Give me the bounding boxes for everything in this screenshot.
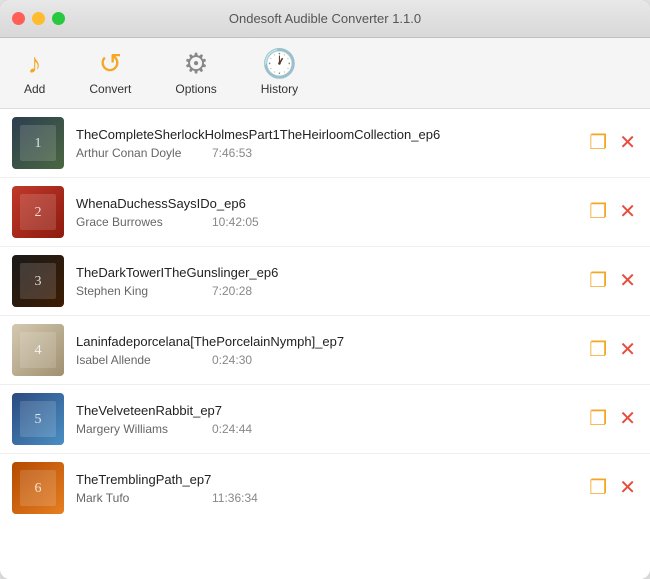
edit-button[interactable]: ❐ bbox=[587, 269, 609, 293]
item-info: WhenaDuchessSaysIDo_ep6 Grace Burrowes 1… bbox=[76, 196, 575, 229]
item-title: TheCompleteSherlockHolmesPart1TheHeirloo… bbox=[76, 127, 575, 142]
item-info: Laninfadeporcelana[ThePorcelainNymph]_ep… bbox=[76, 334, 575, 367]
delete-button[interactable]: ✕ bbox=[617, 269, 638, 293]
svg-text:3: 3 bbox=[35, 274, 42, 289]
item-author: Arthur Conan Doyle bbox=[76, 146, 196, 160]
svg-text:5: 5 bbox=[35, 412, 42, 427]
options-label: Options bbox=[175, 82, 216, 96]
edit-button[interactable]: ❐ bbox=[587, 476, 609, 500]
window-controls bbox=[12, 12, 65, 25]
item-actions: ❐ ✕ bbox=[587, 269, 638, 293]
item-actions: ❐ ✕ bbox=[587, 407, 638, 431]
item-info: TheCompleteSherlockHolmesPart1TheHeirloo… bbox=[76, 127, 575, 160]
delete-button[interactable]: ✕ bbox=[617, 131, 638, 155]
history-label: History bbox=[261, 82, 298, 96]
svg-text:6: 6 bbox=[35, 481, 42, 496]
item-author: Grace Burrowes bbox=[76, 215, 196, 229]
toolbar: ♪ Add ↺ Convert ⚙ Options 🕐 History bbox=[0, 38, 650, 109]
item-title: TheVelveteenRabbit_ep7 bbox=[76, 403, 575, 418]
item-title: WhenaDuchessSaysIDo_ep6 bbox=[76, 196, 575, 211]
cover-art: 3 bbox=[12, 255, 64, 307]
minimize-button[interactable] bbox=[32, 12, 45, 25]
item-duration: 0:24:44 bbox=[212, 422, 252, 436]
item-meta: Grace Burrowes 10:42:05 bbox=[76, 215, 575, 229]
edit-button[interactable]: ❐ bbox=[587, 131, 609, 155]
item-duration: 0:24:30 bbox=[212, 353, 252, 367]
item-title: Laninfadeporcelana[ThePorcelainNymph]_ep… bbox=[76, 334, 575, 349]
convert-label: Convert bbox=[89, 82, 131, 96]
edit-button[interactable]: ❐ bbox=[587, 338, 609, 362]
list-item: 5 TheVelveteenRabbit_ep7 Margery William… bbox=[0, 385, 650, 454]
item-author: Stephen King bbox=[76, 284, 196, 298]
item-author: Margery Williams bbox=[76, 422, 196, 436]
item-duration: 7:46:53 bbox=[212, 146, 252, 160]
item-info: TheTremblingPath_ep7 Mark Tufo 11:36:34 bbox=[76, 472, 575, 505]
options-icon: ⚙ bbox=[184, 50, 209, 78]
cover-art: 1 bbox=[12, 117, 64, 169]
item-title: TheDarkTowerITheGunslinger_ep6 bbox=[76, 265, 575, 280]
title-bar: Ondesoft Audible Converter 1.1.0 bbox=[0, 0, 650, 38]
item-duration: 7:20:28 bbox=[212, 284, 252, 298]
delete-button[interactable]: ✕ bbox=[617, 338, 638, 362]
add-toolbar-item[interactable]: ♪ Add bbox=[16, 46, 53, 100]
add-icon: ♪ bbox=[28, 50, 42, 78]
item-duration: 10:42:05 bbox=[212, 215, 259, 229]
item-duration: 11:36:34 bbox=[212, 491, 258, 505]
item-actions: ❐ ✕ bbox=[587, 131, 638, 155]
cover-art: 4 bbox=[12, 324, 64, 376]
cover-art: 2 bbox=[12, 186, 64, 238]
svg-text:2: 2 bbox=[35, 205, 42, 220]
convert-toolbar-item[interactable]: ↺ Convert bbox=[81, 46, 139, 100]
book-list: 1 TheCompleteSherlockHolmesPart1TheHeirl… bbox=[0, 109, 650, 579]
delete-button[interactable]: ✕ bbox=[617, 407, 638, 431]
list-item: 1 TheCompleteSherlockHolmesPart1TheHeirl… bbox=[0, 109, 650, 178]
cover-art: 5 bbox=[12, 393, 64, 445]
item-meta: Arthur Conan Doyle 7:46:53 bbox=[76, 146, 575, 160]
item-meta: Stephen King 7:20:28 bbox=[76, 284, 575, 298]
item-author: Mark Tufo bbox=[76, 491, 196, 505]
list-item: 4 Laninfadeporcelana[ThePorcelainNymph]_… bbox=[0, 316, 650, 385]
item-title: TheTremblingPath_ep7 bbox=[76, 472, 575, 487]
item-info: TheVelveteenRabbit_ep7 Margery Williams … bbox=[76, 403, 575, 436]
list-item: 6 TheTremblingPath_ep7 Mark Tufo 11:36:3… bbox=[0, 454, 650, 522]
svg-text:1: 1 bbox=[35, 136, 42, 151]
list-item: 3 TheDarkTowerITheGunslinger_ep6 Stephen… bbox=[0, 247, 650, 316]
options-toolbar-item[interactable]: ⚙ Options bbox=[167, 46, 224, 100]
item-meta: Margery Williams 0:24:44 bbox=[76, 422, 575, 436]
item-meta: Isabel Allende 0:24:30 bbox=[76, 353, 575, 367]
close-button[interactable] bbox=[12, 12, 25, 25]
svg-text:4: 4 bbox=[35, 343, 42, 358]
item-meta: Mark Tufo 11:36:34 bbox=[76, 491, 575, 505]
cover-art: 6 bbox=[12, 462, 64, 514]
history-icon: 🕐 bbox=[262, 50, 297, 78]
add-label: Add bbox=[24, 82, 45, 96]
window-title: Ondesoft Audible Converter 1.1.0 bbox=[229, 11, 421, 26]
app-window: Ondesoft Audible Converter 1.1.0 ♪ Add ↺… bbox=[0, 0, 650, 579]
item-info: TheDarkTowerITheGunslinger_ep6 Stephen K… bbox=[76, 265, 575, 298]
edit-button[interactable]: ❐ bbox=[587, 407, 609, 431]
delete-button[interactable]: ✕ bbox=[617, 200, 638, 224]
history-toolbar-item[interactable]: 🕐 History bbox=[253, 46, 306, 100]
item-actions: ❐ ✕ bbox=[587, 476, 638, 500]
maximize-button[interactable] bbox=[52, 12, 65, 25]
list-item: 2 WhenaDuchessSaysIDo_ep6 Grace Burrowes… bbox=[0, 178, 650, 247]
convert-icon: ↺ bbox=[99, 50, 122, 78]
item-author: Isabel Allende bbox=[76, 353, 196, 367]
item-actions: ❐ ✕ bbox=[587, 200, 638, 224]
delete-button[interactable]: ✕ bbox=[617, 476, 638, 500]
item-actions: ❐ ✕ bbox=[587, 338, 638, 362]
edit-button[interactable]: ❐ bbox=[587, 200, 609, 224]
